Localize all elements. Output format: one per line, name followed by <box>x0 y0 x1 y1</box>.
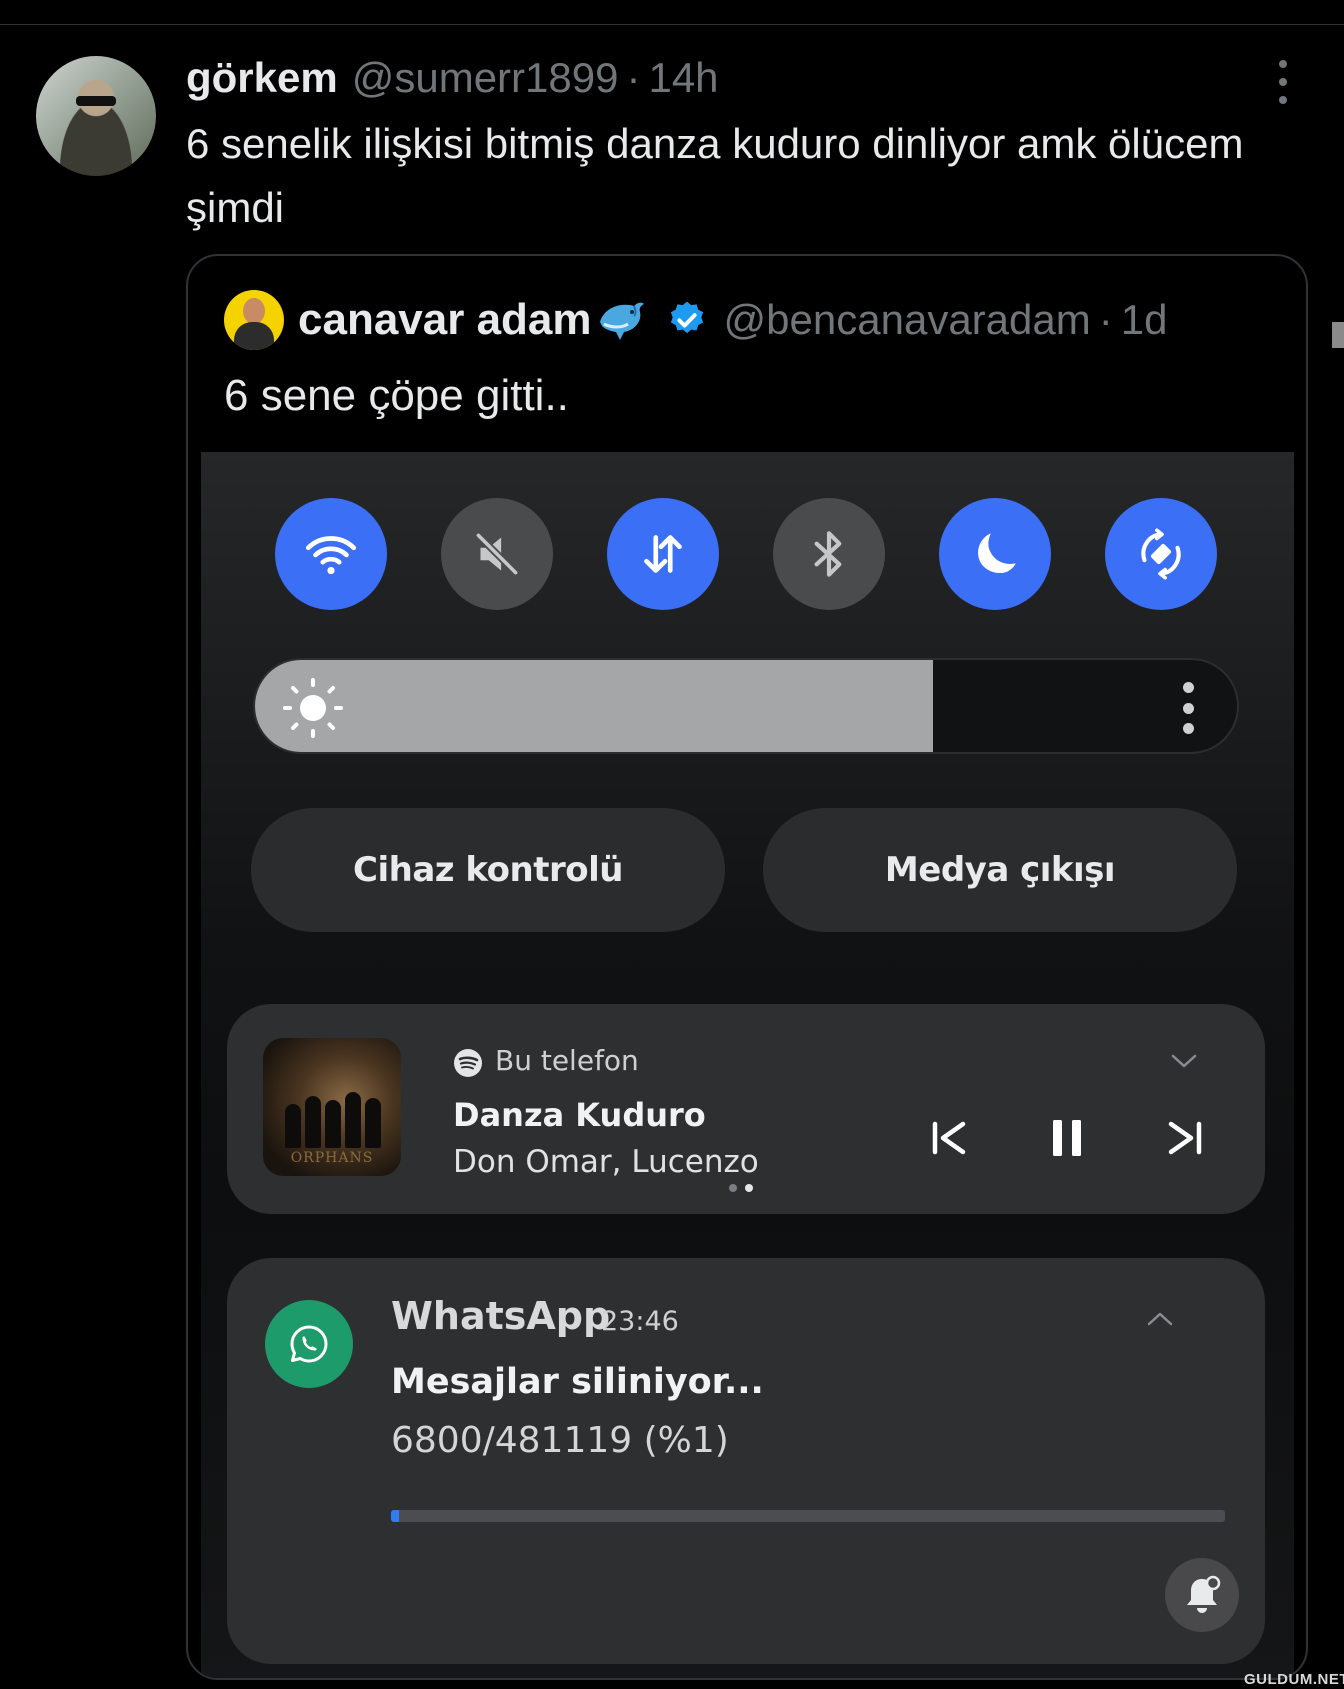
pause-icon[interactable] <box>1045 1116 1089 1160</box>
quoted-tweet[interactable]: canavar adam @bencanavaradam · 1d 6 sene… <box>186 254 1308 1680</box>
brightness-menu-icon[interactable] <box>1181 682 1195 734</box>
quoted-header: canavar adam @bencanavaradam · 1d <box>298 288 1167 352</box>
quoted-time[interactable]: 1d <box>1121 296 1168 344</box>
quoted-handle[interactable]: @bencanavaradam <box>724 296 1091 344</box>
sound-toggle[interactable] <box>441 498 553 610</box>
notification-app-name: WhatsApp <box>391 1294 611 1338</box>
tweet-header: görkem @sumerr1899 · 14h <box>186 48 719 108</box>
display-name[interactable]: görkem <box>186 54 338 102</box>
brightness-level <box>255 660 933 752</box>
quoted-text: 6 sene çöpe gitti.. <box>224 371 569 420</box>
whatsapp-notification[interactable]: WhatsApp 23:46 Mesajlar siliniyor... 680… <box>227 1258 1265 1664</box>
next-track-icon[interactable] <box>1163 1116 1207 1160</box>
user-handle[interactable]: @sumerr1899 <box>352 54 619 102</box>
brightness-icon <box>283 678 343 738</box>
wifi-icon <box>305 536 357 575</box>
quoted-avatar[interactable] <box>224 290 284 350</box>
progress-fill <box>391 1510 400 1522</box>
album-art-icon[interactable]: ORPHANS <box>263 1038 401 1176</box>
chevron-up-icon[interactable] <box>1145 1308 1175 1330</box>
notification-progress-text: 6800/481119 (%1) <box>391 1420 729 1461</box>
media-output-button[interactable]: Medya çıkışı <box>763 808 1237 932</box>
brightness-slider[interactable] <box>253 658 1239 754</box>
media-source[interactable]: Bu telefon <box>495 1044 639 1077</box>
mute-icon <box>475 532 519 576</box>
page-indicator <box>729 1184 753 1192</box>
avatar[interactable] <box>36 56 156 176</box>
bluetooth-toggle[interactable] <box>773 498 885 610</box>
device-control-button[interactable]: Cihaz kontrolü <box>251 808 725 932</box>
media-artist: Don Omar, Lucenzo <box>453 1144 759 1180</box>
media-player-card[interactable]: ORPHANS Bu telefon Danza Kuduro Don Omar… <box>227 1004 1265 1214</box>
dark-mode-toggle[interactable] <box>939 498 1051 610</box>
verified-badge-icon <box>670 301 703 334</box>
watermark: GULDUM.NET <box>1244 1671 1344 1688</box>
dark-mode-icon <box>978 533 1016 573</box>
chevron-down-icon[interactable] <box>1169 1050 1199 1072</box>
more-options-icon[interactable] <box>1268 60 1298 104</box>
mobile-data-toggle[interactable] <box>607 498 719 610</box>
phone-screenshot[interactable]: Cihaz kontrolü Medya çıkışı ORPHANS Bu t… <box>201 452 1294 1678</box>
page-dot <box>745 1184 753 1192</box>
auto-rotate-toggle[interactable] <box>1105 498 1217 610</box>
bluetooth-icon <box>814 531 842 577</box>
notification-title: Mesajlar siliniyor... <box>391 1362 764 1402</box>
wifi-toggle[interactable] <box>275 498 387 610</box>
media-title: Danza Kuduro <box>453 1096 706 1134</box>
tweet-time[interactable]: 14h <box>648 54 718 102</box>
progress-bar <box>391 1510 1225 1522</box>
separator: · <box>626 54 641 101</box>
page-dot <box>729 1184 737 1192</box>
album-label: ORPHANS <box>290 1150 374 1166</box>
mobile-data-icon <box>644 535 682 573</box>
notification-time: 23:46 <box>601 1306 679 1337</box>
dolphin-icon <box>599 302 644 340</box>
auto-rotate-icon <box>1141 528 1181 580</box>
top-divider <box>0 24 1344 25</box>
whatsapp-icon <box>265 1300 353 1388</box>
quoted-display-name[interactable]: canavar adam <box>298 295 592 345</box>
scrollbar-thumb[interactable] <box>1332 322 1344 348</box>
quick-settings-row <box>275 498 1217 610</box>
spotify-icon <box>454 1049 482 1077</box>
notification-bell-icon[interactable] <box>1165 1558 1239 1632</box>
quoted-separator: · <box>1098 296 1113 343</box>
previous-track-icon[interactable] <box>927 1116 971 1160</box>
tweet-text: 6 senelik ilişkisi bitmiş danza kuduro d… <box>186 120 1244 231</box>
